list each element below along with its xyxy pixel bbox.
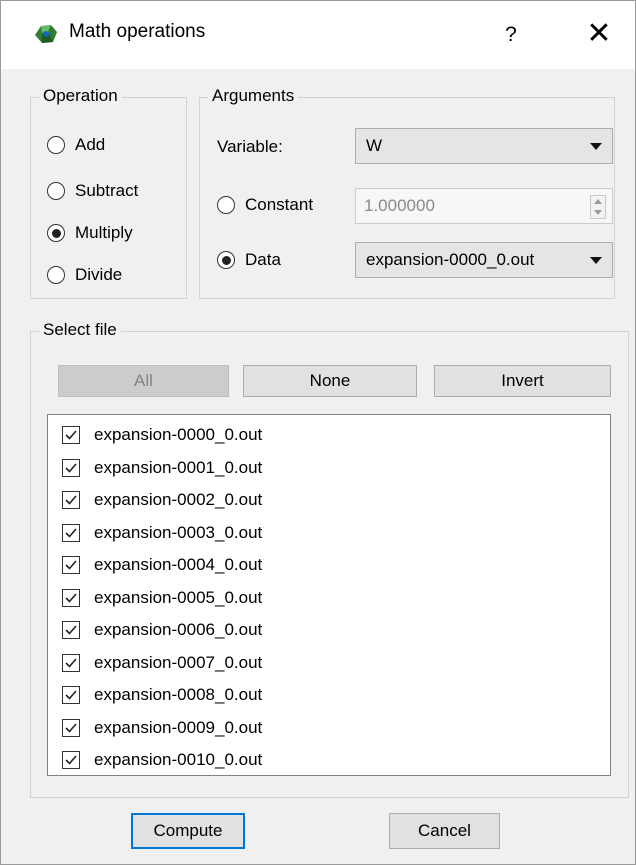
file-checkbox[interactable] bbox=[62, 458, 80, 477]
file-checkbox[interactable] bbox=[62, 523, 80, 542]
file-name: expansion-0009_0.out bbox=[94, 717, 263, 737]
file-list-item[interactable]: expansion-0008_0.out bbox=[62, 680, 262, 710]
file-checkbox[interactable] bbox=[62, 588, 80, 607]
cancel-button[interactable]: Cancel bbox=[389, 813, 500, 849]
file-list-item[interactable]: expansion-0005_0.out bbox=[62, 583, 262, 613]
file-list-item[interactable]: expansion-0007_0.out bbox=[62, 648, 262, 678]
file-list-item[interactable]: expansion-0002_0.out bbox=[62, 485, 262, 515]
file-checkbox[interactable] bbox=[62, 751, 80, 769]
operation-radio-add[interactable]: Add bbox=[47, 135, 105, 155]
math-operations-dialog: Math operations ? ✕ Operation Add Subtrac… bbox=[0, 0, 636, 865]
constant-spinbox[interactable]: 1.000000 bbox=[355, 188, 613, 224]
file-name: expansion-0005_0.out bbox=[94, 587, 263, 607]
chevron-down-icon bbox=[590, 257, 602, 264]
compute-button[interactable]: Compute bbox=[131, 813, 245, 849]
file-list-item[interactable]: expansion-0001_0.out bbox=[62, 453, 262, 483]
constant-value: 1.000000 bbox=[364, 196, 435, 215]
data-label: Data bbox=[245, 250, 281, 269]
app-logo-icon bbox=[33, 23, 59, 45]
window-title: Math operations bbox=[69, 21, 206, 42]
file-checkbox[interactable] bbox=[62, 686, 80, 704]
variable-value: W bbox=[366, 136, 383, 155]
select-file-group-title: Select file bbox=[39, 320, 121, 340]
file-name: expansion-0002_0.out bbox=[94, 490, 263, 509]
file-name: expansion-0007_0.out bbox=[94, 652, 263, 672]
operation-group-title: Operation bbox=[39, 86, 122, 106]
file-checkbox[interactable] bbox=[62, 556, 80, 574]
operation-radio-label: Multiply bbox=[75, 223, 133, 242]
file-list-item[interactable]: expansion-0004_0.out bbox=[62, 550, 262, 580]
data-value: expansion-0000_0.out bbox=[366, 250, 535, 269]
data-radio[interactable]: Data bbox=[217, 250, 281, 270]
close-icon[interactable]: ✕ bbox=[563, 9, 635, 61]
variable-combobox[interactable]: W bbox=[355, 128, 613, 164]
spin-down-icon bbox=[594, 210, 602, 215]
radio-circle bbox=[47, 224, 65, 242]
operation-radio-divide[interactable]: Divide bbox=[47, 265, 122, 285]
file-name: expansion-0001_0.out bbox=[94, 457, 263, 477]
file-checkbox[interactable] bbox=[62, 718, 80, 737]
title-bar[interactable]: Math operations ? ✕ bbox=[1, 1, 635, 69]
data-combobox[interactable]: expansion-0000_0.out bbox=[355, 242, 613, 278]
file-checkbox[interactable] bbox=[62, 621, 80, 639]
radio-circle bbox=[217, 196, 235, 214]
file-list-item[interactable]: expansion-0010_0.out bbox=[62, 745, 262, 775]
radio-circle bbox=[47, 136, 65, 154]
help-button[interactable]: ? bbox=[479, 9, 543, 61]
file-list-item[interactable]: expansion-0006_0.out bbox=[62, 615, 262, 645]
file-list[interactable]: expansion-0000_0.out expansion-0001_0.out… bbox=[47, 414, 611, 776]
file-name: expansion-0008_0.out bbox=[94, 685, 263, 704]
operation-radio-multiply[interactable]: Multiply bbox=[47, 223, 133, 243]
operation-radio-label: Subtract bbox=[75, 181, 139, 200]
operation-radio-label: Divide bbox=[75, 265, 123, 284]
file-checkbox[interactable] bbox=[62, 653, 80, 672]
file-name: expansion-0004_0.out bbox=[94, 555, 263, 574]
select-all-button[interactable]: All bbox=[58, 365, 229, 397]
file-list-item[interactable]: expansion-0000_0.out bbox=[62, 420, 262, 450]
file-list-item[interactable]: expansion-0009_0.out bbox=[62, 713, 262, 743]
arguments-group-title: Arguments bbox=[208, 86, 299, 106]
spin-buttons[interactable] bbox=[590, 195, 606, 219]
file-list-item[interactable]: expansion-0003_0.out bbox=[62, 518, 262, 548]
file-name: expansion-0006_0.out bbox=[94, 620, 263, 639]
radio-dot bbox=[51, 228, 61, 238]
radio-dot bbox=[221, 255, 231, 265]
file-name: expansion-0010_0.out bbox=[94, 750, 263, 769]
radio-circle bbox=[47, 182, 65, 200]
variable-label: Variable: bbox=[217, 137, 283, 156]
file-checkbox[interactable] bbox=[62, 426, 80, 444]
file-checkbox[interactable] bbox=[62, 491, 80, 509]
invert-selection-button[interactable]: Invert bbox=[434, 365, 611, 397]
operation-radio-label: Add bbox=[75, 135, 106, 154]
file-name: expansion-0000_0.out bbox=[94, 425, 263, 444]
radio-circle bbox=[47, 266, 65, 284]
select-none-button[interactable]: None bbox=[243, 365, 417, 397]
chevron-down-icon bbox=[590, 143, 602, 150]
spin-up-icon bbox=[594, 199, 602, 204]
radio-circle bbox=[217, 251, 235, 269]
file-name: expansion-0003_0.out bbox=[94, 522, 263, 542]
operation-radio-subtract[interactable]: Subtract bbox=[47, 181, 138, 201]
constant-label: Constant bbox=[245, 195, 314, 214]
constant-radio[interactable]: Constant bbox=[217, 195, 313, 215]
